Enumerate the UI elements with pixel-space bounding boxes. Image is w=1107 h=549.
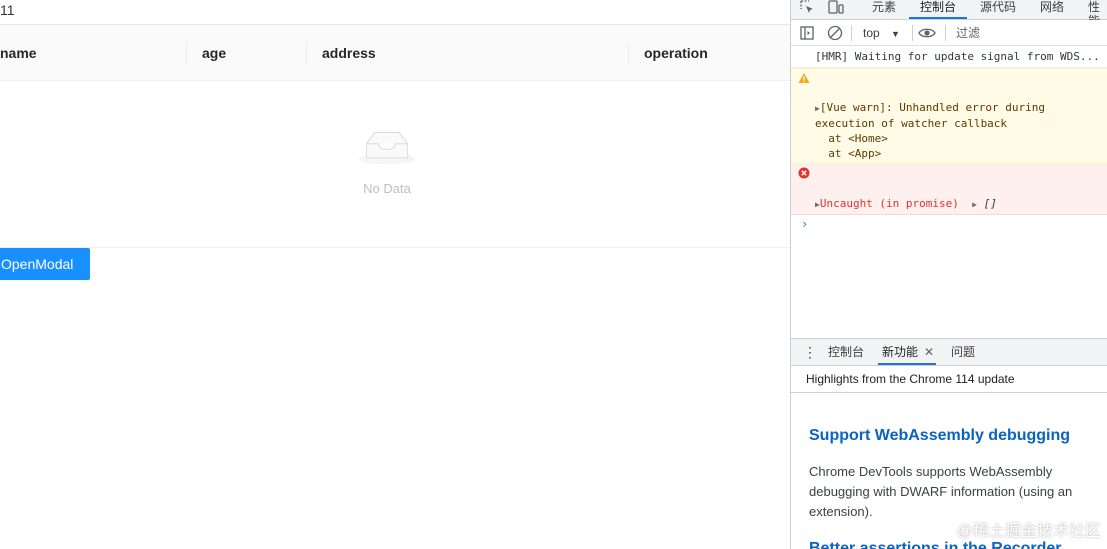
counter-text: 11	[0, 2, 15, 18]
expand-triangle-icon[interactable]: ▶	[972, 200, 977, 209]
column-header-name: name	[0, 45, 37, 61]
console-messages: [HMR] Waiting for update signal from WDS…	[791, 46, 1107, 233]
error-value: []	[983, 197, 997, 210]
context-selector[interactable]: top ▼	[863, 20, 900, 47]
toolbar-divider	[912, 25, 913, 41]
app-pane: 11 name age address operation No Data Op…	[0, 0, 790, 549]
drawer-tab-label: 新功能	[882, 345, 919, 359]
chevron-down-icon: ▼	[891, 29, 900, 39]
table-header: name age address operation	[0, 25, 790, 81]
table-empty-state: No Data	[0, 81, 790, 248]
devtools-panel: 元素 控制台 源代码 网络 性能 top ▼ 过滤 [HMR] Waiting …	[790, 0, 1107, 549]
error-text: Uncaught (in promise)	[819, 197, 959, 210]
console-prompt[interactable]: ›	[791, 215, 1107, 233]
open-modal-button[interactable]: OpenModal	[0, 248, 90, 280]
devtools-drawer: ⋮ 控制台 新功能 ✕ 问题 Highlights from the Chrom…	[791, 338, 1107, 549]
toolbar-divider	[945, 25, 946, 41]
feature-description: Chrome DevTools supports WebAssembly deb…	[809, 464, 1073, 519]
tab-sources[interactable]: 源代码	[980, 0, 1016, 19]
toolbar-divider	[851, 25, 852, 41]
error-icon	[798, 167, 810, 179]
tab-performance[interactable]: 性能	[1088, 0, 1107, 28]
tab-elements[interactable]: 元素	[872, 0, 896, 19]
context-selector-label: top	[863, 26, 880, 40]
device-toolbar-icon[interactable]	[828, 0, 844, 19]
filter-input[interactable]: 过滤	[956, 20, 980, 46]
warning-text-2: execution of watcher callback	[815, 117, 1008, 130]
console-line-error[interactable]: ▶Uncaught (in promise) ▶ []	[791, 164, 1107, 215]
warning-text-1: [Vue warn]: Unhandled error during	[819, 101, 1045, 114]
feature-title[interactable]: Support WebAssembly debugging	[809, 426, 1096, 446]
drawer-tab-console[interactable]: 控制台	[828, 344, 864, 360]
inspect-element-icon[interactable]	[800, 0, 815, 19]
warning-text-3: at <Home>	[815, 132, 888, 145]
empty-inbox-icon	[358, 132, 416, 165]
empty-text: No Data	[363, 181, 411, 196]
warning-text-4: at <App>	[815, 147, 882, 160]
drawer-tab-whats-new[interactable]: 新功能 ✕	[878, 344, 937, 365]
more-tools-icon[interactable]: ⋮	[803, 345, 817, 359]
whats-new-subtitle: Highlights from the Chrome 114 update	[791, 366, 1107, 393]
devtools-tab-bar: 元素 控制台 源代码 网络 性能	[791, 0, 1107, 28]
column-header-age: age	[186, 25, 306, 81]
drawer-tab-bar: ⋮ 控制台 新功能 ✕ 问题	[791, 339, 1107, 366]
column-header-operation: operation	[628, 25, 790, 81]
console-line-warning[interactable]: ▶[Vue warn]: Unhandled error during exec…	[791, 68, 1107, 164]
data-table: name age address operation No Data	[0, 24, 790, 248]
console-line-info: [HMR] Waiting for update signal from WDS…	[791, 46, 1107, 68]
console-toolbar: top ▼ 过滤	[791, 20, 1107, 46]
watermark: @稀土掘金技术社区	[956, 523, 1101, 540]
close-icon[interactable]: ✕	[924, 344, 934, 360]
warning-icon	[798, 73, 810, 83]
tab-console[interactable]: 控制台	[909, 0, 968, 19]
drawer-tab-issues[interactable]: 问题	[951, 344, 975, 360]
tab-network[interactable]: 网络	[1040, 0, 1064, 19]
column-header-address: address	[306, 25, 628, 81]
